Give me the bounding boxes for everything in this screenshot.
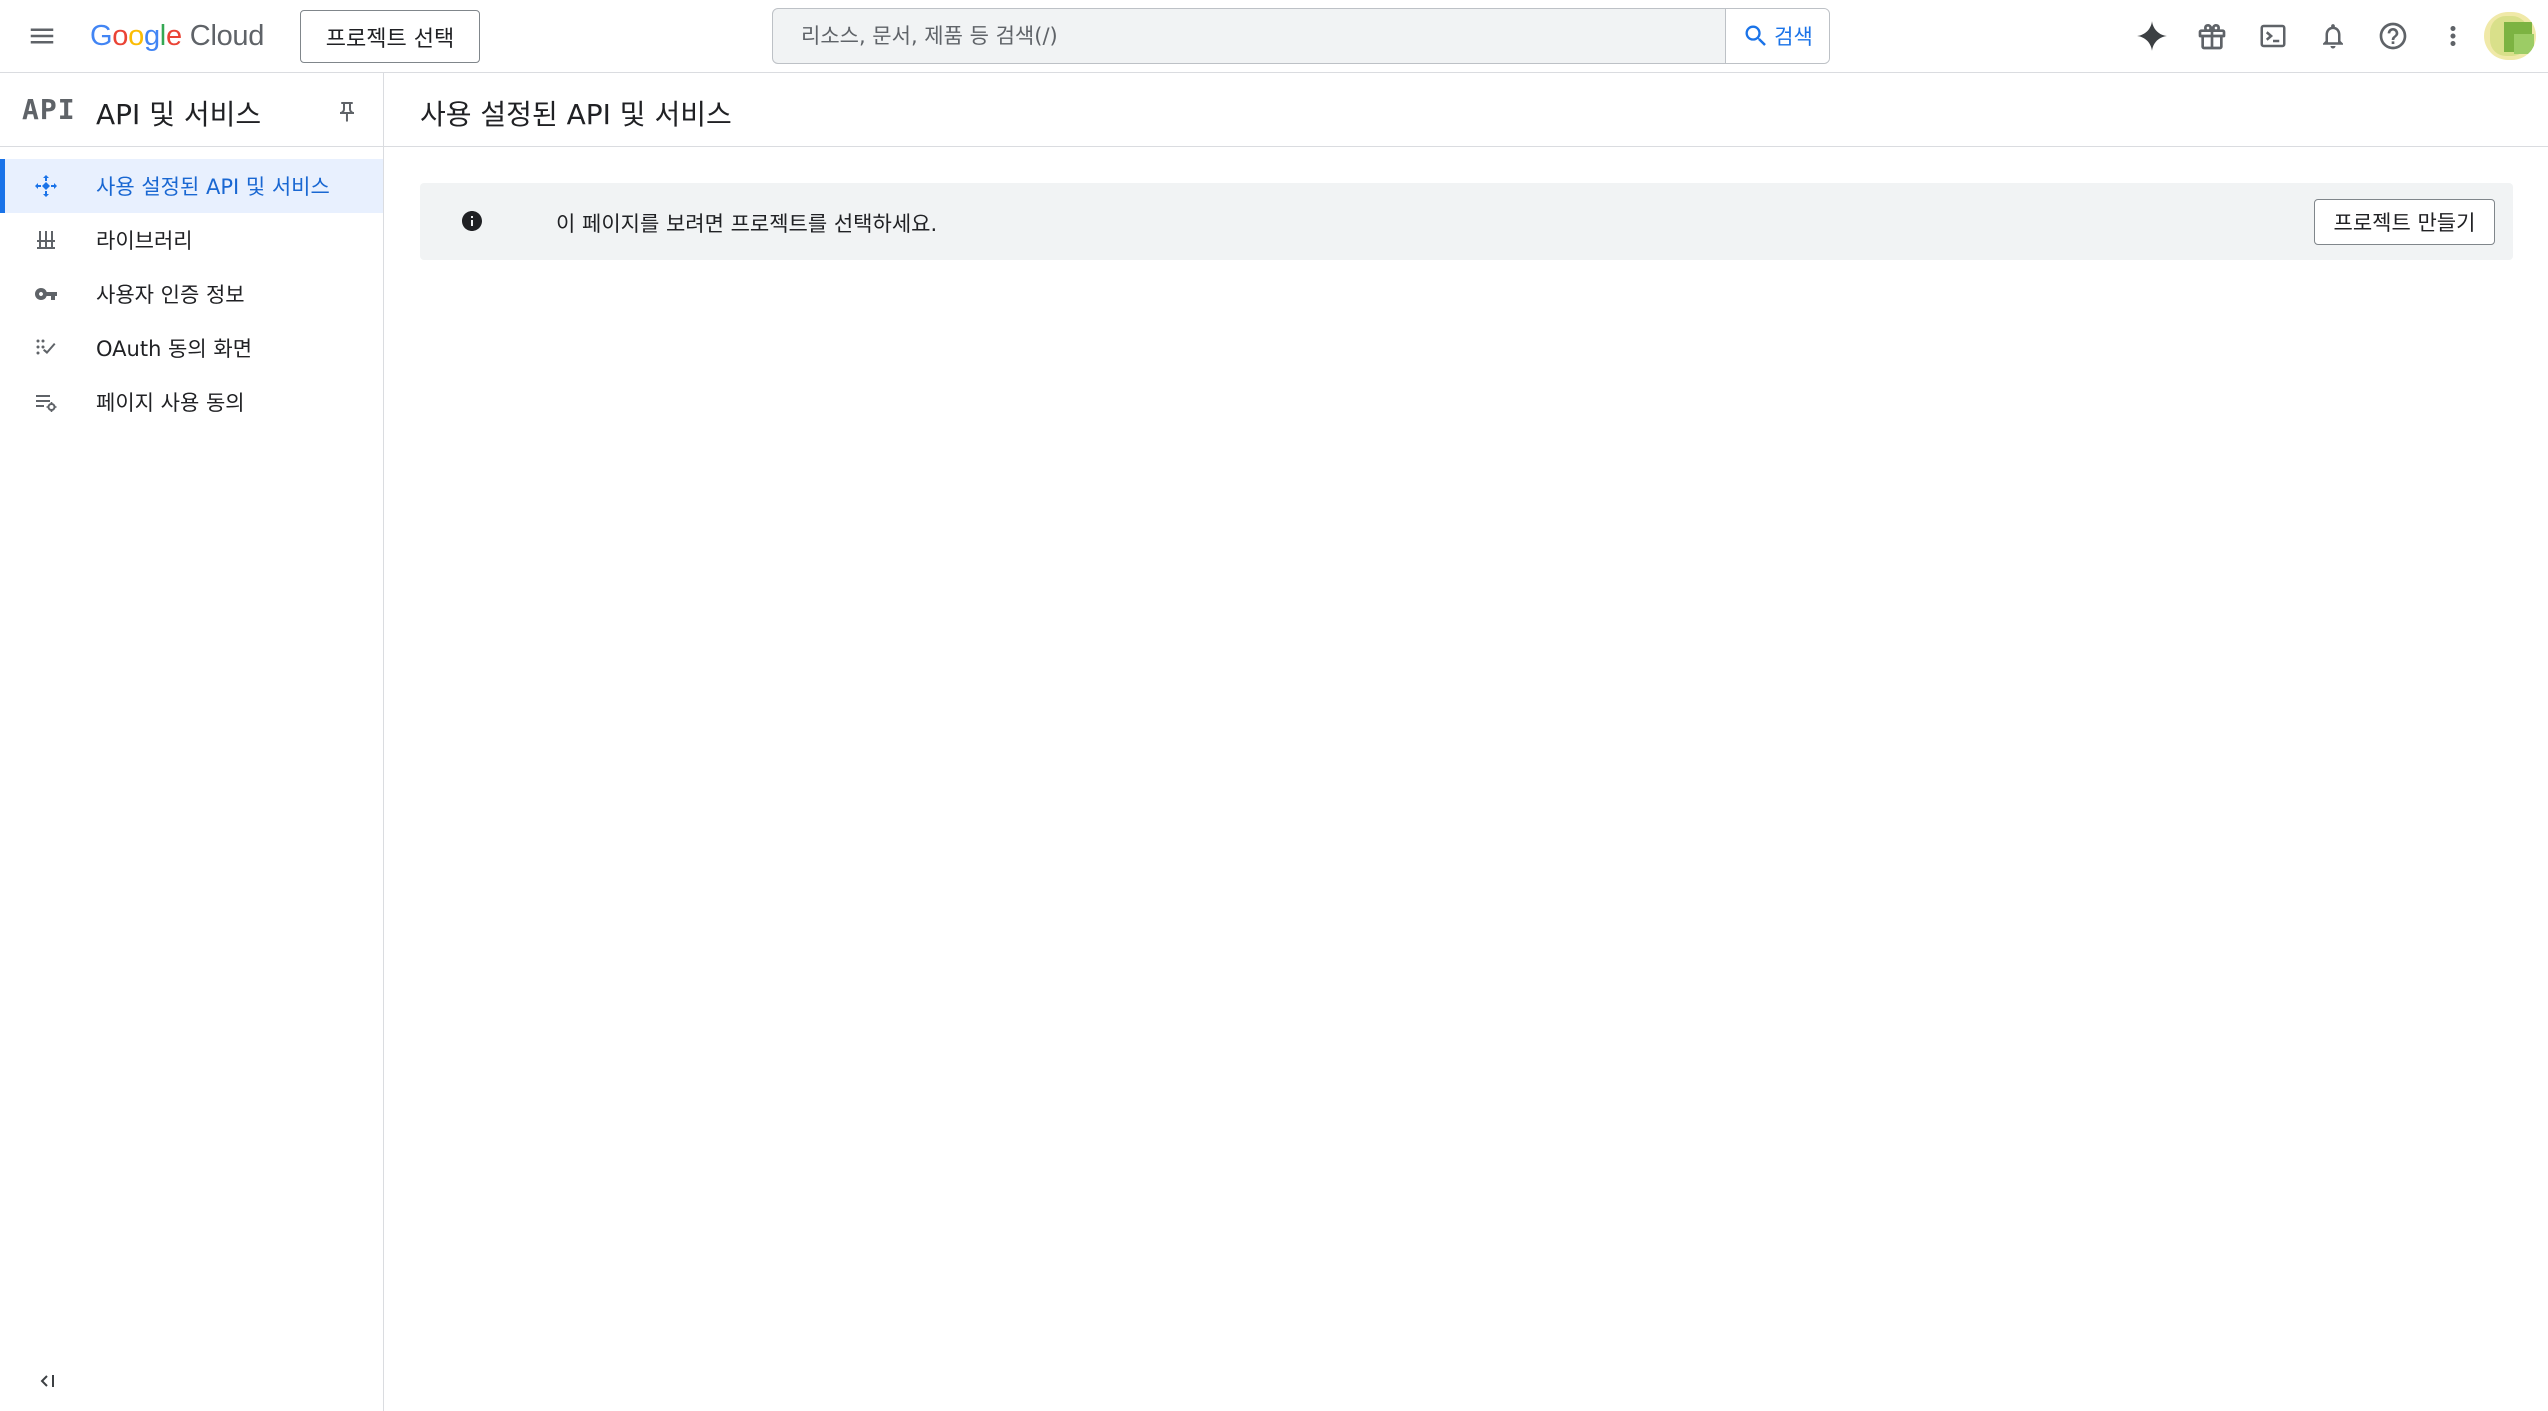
gift-icon [2198,23,2226,50]
page-title: 사용 설정된 API 및 서비스 [420,98,732,131]
logo-google-text: Google [90,19,182,52]
search-input[interactable] [773,9,1725,63]
pin-icon [340,102,354,122]
create-project-button[interactable]: 프로젝트 만들기 [2314,199,2495,245]
sidebar-item-label: 페이지 사용 동의 [96,391,245,415]
search-icon [1745,25,1767,46]
sidebar-item-label: OAuth 동의 화면 [96,337,253,361]
main-content: 사용 설정된 API 및 서비스 이 페이지를 보려면 프로젝트를 선택하세요.… [384,73,2548,1411]
google-cloud-logo[interactable]: Google Cloud [90,18,264,54]
enabled-apis-icon [34,174,58,198]
search-bar: 검색 [772,8,1830,64]
oauth-consent-icon [34,336,58,360]
cloud-shell-button[interactable] [2249,12,2297,60]
sidebar-item-label: 라이브러리 [96,229,193,253]
notifications-button[interactable] [2309,12,2357,60]
more-options-button[interactable] [2429,12,2477,60]
page-usage-agreement-icon [34,390,58,414]
cloud-shell-terminal-icon [2260,24,2286,48]
search-button-label: 검색 [1774,25,1813,49]
more-vert-icon [2450,26,2456,46]
sidebar-item-credentials[interactable]: 사용자 인증 정보 [0,267,383,321]
gemini-button[interactable] [2128,12,2176,60]
select-project-notice: 이 페이지를 보려면 프로젝트를 선택하세요. 프로젝트 만들기 [420,183,2513,260]
sidebar-item-page-usage-agreement[interactable]: 페이지 사용 동의 [0,375,383,429]
api-logo: API [22,93,76,126]
sidebar-item-label: 사용 설정된 API 및 서비스 [96,175,330,199]
library-icon [34,228,58,252]
help-button[interactable] [2369,12,2417,60]
info-icon [462,211,482,231]
collapse-sidebar-button[interactable] [30,1363,66,1399]
gift-button[interactable] [2188,12,2236,60]
account-avatar[interactable] [2484,12,2536,60]
collapse-sidebar-icon [40,1375,54,1387]
help-icon [2379,22,2407,50]
notifications-bell-icon [2323,24,2343,49]
main-header: 사용 설정된 API 및 서비스 [384,73,2548,147]
pin-button[interactable] [330,95,364,129]
sidebar: API API 및 서비스 사용 설정된 API 및 서비스 라이브러리 사용자… [0,73,384,1411]
sidebar-title: API 및 서비스 [96,98,262,131]
key-icon [34,282,58,306]
sidebar-nav: 사용 설정된 API 및 서비스 라이브러리 사용자 인증 정보 OAuth 동… [0,159,383,429]
project-selector-button[interactable]: 프로젝트 선택 [300,10,480,63]
notice-message: 이 페이지를 보려면 프로젝트를 선택하세요. [556,212,938,236]
main-menu-button[interactable] [20,16,64,56]
avatar-shape [2514,34,2534,54]
top-bar: Google Cloud 프로젝트 선택 검색 [0,0,2548,73]
sidebar-item-oauth-consent[interactable]: OAuth 동의 화면 [0,321,383,375]
search-button[interactable]: 검색 [1725,9,1829,63]
logo-cloud-text: Cloud [189,19,265,52]
sidebar-header: API API 및 서비스 [0,73,383,147]
menu-icon [30,28,54,44]
gemini-sparkle-icon [2137,21,2167,51]
sidebar-item-label: 사용자 인증 정보 [96,283,245,307]
sidebar-item-library[interactable]: 라이브러리 [0,213,383,267]
sidebar-item-enabled-apis[interactable]: 사용 설정된 API 및 서비스 [0,159,383,213]
